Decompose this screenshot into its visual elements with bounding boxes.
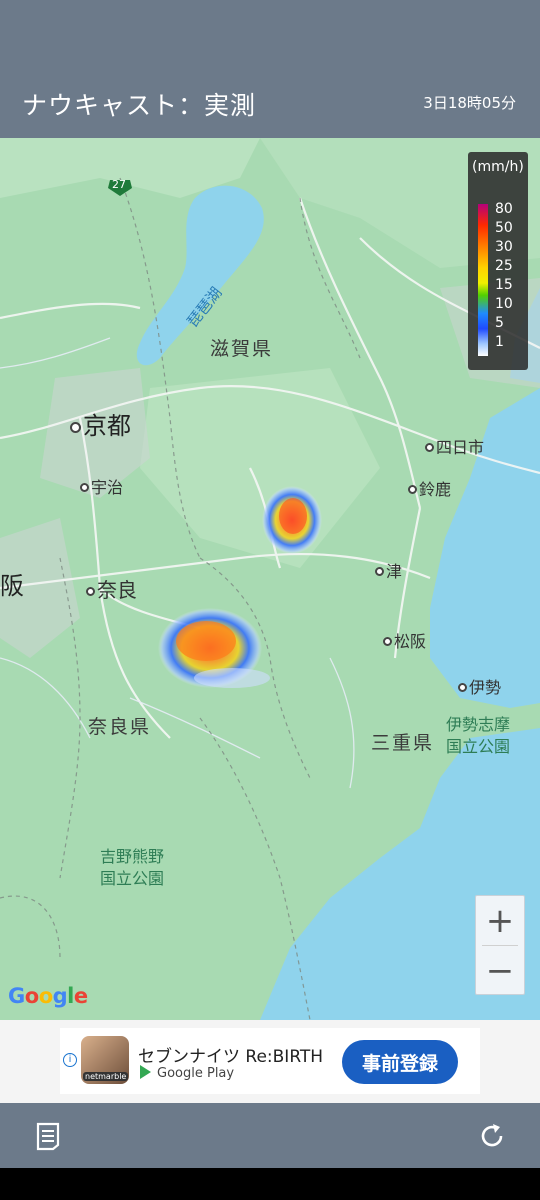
radar-map[interactable]: 27 琵琶湖 滋賀県 奈良県 三重県 京都 宇治 奈良 阪 四日市 鈴鹿 津 松…	[0, 138, 540, 1020]
shiga-pref-label: 滋賀県	[210, 338, 274, 360]
city-dot	[80, 483, 89, 492]
city-dot	[70, 422, 81, 433]
city-uji: 宇治	[80, 474, 123, 498]
city-suzuka: 鈴鹿	[408, 476, 451, 500]
bottom-toolbar	[0, 1103, 540, 1168]
city-tsu: 津	[375, 558, 402, 582]
page-title: ナウキャスト：実測	[22, 91, 257, 120]
precipitation-legend: (mm/h) 80 50 30 25 15 10 5 1	[468, 152, 528, 370]
app-header: ナウキャスト：実測 3日18時05分	[0, 0, 540, 138]
city-ise: 伊勢	[458, 674, 501, 698]
ise-shima-park-label: 伊勢志摩 国立公園	[446, 715, 511, 756]
legend-tick: 80	[495, 201, 513, 217]
city-osaka-partial: 阪	[0, 572, 24, 600]
ad-banner[interactable]: i netmarble セブンナイツ Re:BIRTH Google Play …	[60, 1028, 480, 1094]
legend-tick: 30	[495, 239, 513, 255]
refresh-icon[interactable]	[477, 1121, 507, 1151]
ad-info-icon[interactable]: i	[63, 1053, 77, 1067]
mie-pref-label: 三重県	[371, 732, 435, 754]
yoshino-kumano-park-label: 吉野熊野 国立公園	[100, 847, 165, 888]
city-matsusaka: 松阪	[383, 628, 426, 652]
app-icon-badge: netmarble	[83, 1072, 129, 1081]
zoom-out-button[interactable]: −	[476, 946, 524, 995]
city-dot	[458, 683, 467, 692]
nara-pref-label: 奈良県	[88, 716, 152, 738]
city-nara: 奈良	[86, 574, 137, 603]
legend-tick: 50	[495, 220, 513, 236]
legend-ticks: 80 50 30 25 15 10 5 1	[495, 200, 513, 352]
ad-app-name[interactable]: セブンナイツ Re:BIRTH	[138, 1042, 323, 1067]
legend-tick: 25	[495, 258, 513, 274]
city-kyoto: 京都	[70, 406, 131, 441]
legend-unit: (mm/h)	[472, 159, 524, 175]
map-base	[0, 138, 540, 1020]
city-dot	[408, 485, 417, 494]
app-icon[interactable]: netmarble	[81, 1036, 129, 1084]
system-nav-bar	[0, 1168, 540, 1200]
legend-tick: 1	[495, 334, 504, 350]
legend-color-bar	[478, 204, 488, 356]
legend-tick: 5	[495, 315, 504, 331]
city-dot	[375, 567, 384, 576]
ad-banner-area: i netmarble セブンナイツ Re:BIRTH Google Play …	[0, 1020, 540, 1103]
list-icon[interactable]	[33, 1121, 63, 1151]
ad-store: Google Play	[140, 1065, 234, 1081]
city-dot	[425, 443, 434, 452]
city-dot	[86, 587, 95, 596]
route-27-label: 27	[112, 178, 126, 191]
zoom-in-button[interactable]: +	[476, 896, 524, 945]
zoom-controls: + −	[475, 895, 525, 995]
google-play-icon	[140, 1065, 151, 1079]
legend-tick: 10	[495, 296, 513, 312]
google-logo[interactable]: Google	[8, 984, 88, 1008]
observation-time: 3日18時05分	[423, 94, 516, 112]
pre-register-button[interactable]: 事前登録	[342, 1040, 458, 1084]
legend-tick: 15	[495, 277, 513, 293]
city-dot	[383, 637, 392, 646]
city-yokkaichi: 四日市	[425, 434, 484, 458]
